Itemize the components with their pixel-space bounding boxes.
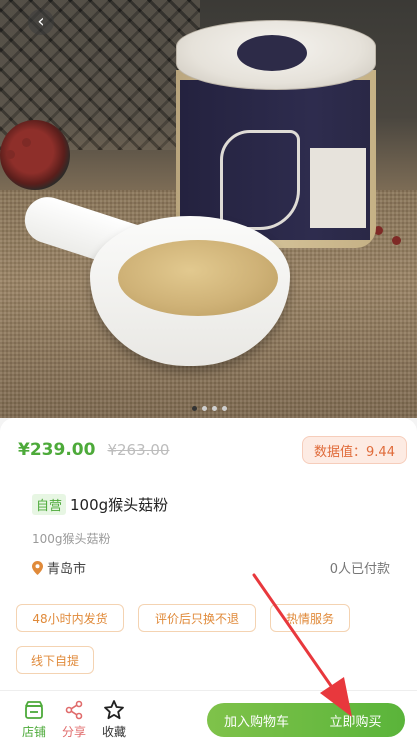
bottom-action-bar: 店铺 分享 收藏 加入购物车 立即购买 [0, 690, 417, 744]
favorite-button[interactable]: 收藏 [94, 699, 134, 740]
berry [6, 150, 15, 159]
store-icon [25, 701, 43, 719]
product-image[interactable] [0, 0, 417, 418]
berry [22, 138, 31, 147]
pagination-dot[interactable] [222, 406, 227, 411]
share-icon [65, 700, 83, 720]
back-arrow-icon: ‹ [37, 11, 45, 32]
add-to-cart-button[interactable]: 加入购物车 [207, 703, 306, 737]
berry [392, 236, 401, 245]
share-label: 分享 [61, 725, 86, 739]
favorite-label: 收藏 [101, 725, 126, 739]
service-tag: 线下自提 [16, 646, 94, 674]
product-details: 自营 100g猴头菇粉 100g猴头菇粉 青岛市 0人已付款 [14, 476, 406, 598]
service-tag: 热情服务 [270, 604, 350, 632]
store-button[interactable]: 店铺 [14, 699, 54, 740]
product-info-card: ¥239.00 ¥263.00 数据值：9.44 自营 100g猴头菇粉 100… [0, 418, 417, 690]
pagination-dot[interactable] [192, 406, 197, 411]
self-operated-badge: 自营 [32, 494, 67, 515]
location-row: 青岛市 [32, 558, 86, 577]
star-icon [104, 700, 124, 720]
product-subtitle: 100g猴头菇粉 [32, 532, 111, 546]
original-price: ¥263.00 [107, 441, 170, 459]
buy-now-button[interactable]: 立即购买 [306, 703, 405, 737]
paid-count: 0人已付款 [329, 562, 390, 577]
pagination-dot[interactable] [212, 406, 217, 411]
location-text: 青岛市 [47, 562, 87, 577]
share-button[interactable]: 分享 [54, 699, 94, 740]
service-tag: 评价后只换不退 [138, 604, 256, 632]
powder-spoon [18, 180, 291, 380]
purchase-buttons: 加入购物车 立即购买 [207, 703, 405, 737]
store-label: 店铺 [21, 725, 46, 739]
price-row: ¥239.00 ¥263.00 [18, 440, 169, 460]
back-button[interactable]: ‹ [28, 9, 54, 35]
score-badge: 数据值：9.44 [302, 436, 407, 464]
current-price: ¥239.00 [18, 440, 96, 460]
gallery-pagination [192, 406, 227, 411]
product-title: 100g猴头菇粉 [70, 496, 169, 514]
service-tag: 48小时内发货 [16, 604, 124, 632]
pagination-dot[interactable] [202, 406, 207, 411]
location-pin-icon [32, 560, 43, 575]
title-row: 自营 100g猴头菇粉 [32, 494, 168, 515]
